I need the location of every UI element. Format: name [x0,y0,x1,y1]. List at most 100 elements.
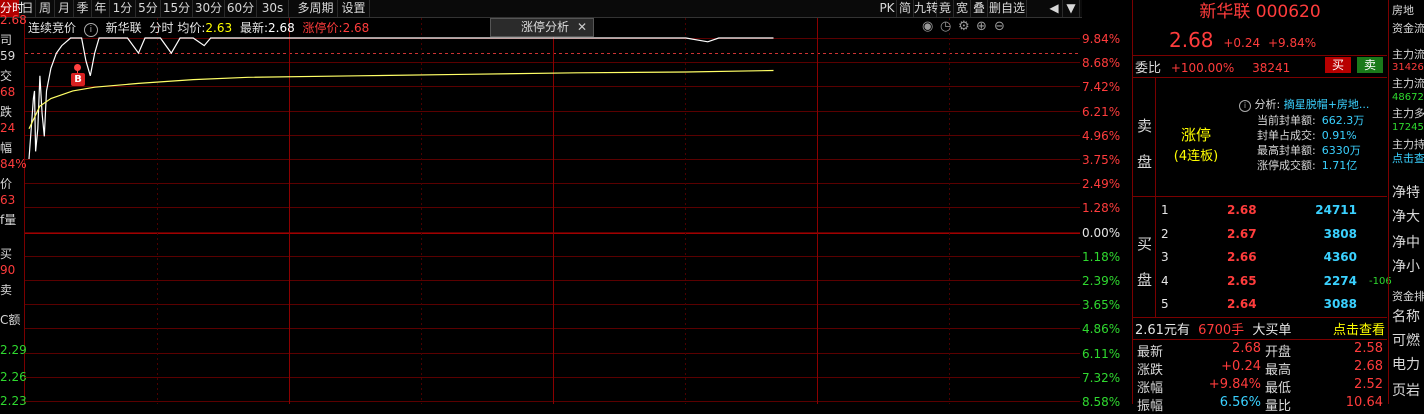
period-tab[interactable]: 30s [257,0,289,17]
buy-volume: 4360 [1323,250,1357,264]
chart-settings-icon[interactable]: i [83,23,98,37]
buy-level-row[interactable]: 3 2.66 4360 [1157,247,1385,271]
buy-price: 2.64 [1227,297,1257,311]
left-strip-label: 84% [0,157,27,171]
left-strip-label: 2.29 [0,343,27,357]
left-strip-label: 买 [0,247,13,261]
buy-point-marker[interactable]: B [71,64,85,86]
left-info-strip: 2.68 司 59 交 68 跌 24 幅 84% 价 63 f量买 90 卖 C额 2.29 2.26 2.23 [0,13,27,408]
left-strip-label: 68 [0,85,16,99]
stat-label: 最新 [1137,345,1164,360]
price-line [28,37,774,160]
speaker-icon[interactable]: ◀ [1046,0,1063,17]
intraday-chart-svg [25,18,1080,404]
fund-flow-item: 48672 [1392,92,1424,103]
analysis-value[interactable]: 摘星脱帽+房地... [1284,98,1370,111]
quote-change: +0.24 [1223,36,1261,50]
period-tab[interactable]: 15分 [161,0,193,17]
left-strip-label: 2.26 [0,370,27,384]
period-tab[interactable]: 周 [36,0,55,17]
stock-title-code: 000620 [1255,2,1321,22]
info-icon[interactable]: i [1239,100,1251,112]
buy-volume: 3088 [1323,297,1357,311]
fund-flow-item[interactable]: 点击查 [1392,150,1424,166]
divider [1133,77,1387,78]
buy-level-row[interactable]: 1 2.68 24711 [1157,200,1385,224]
toolbar-tool[interactable]: 简 [897,0,914,17]
percent-axis-label: 9.84% [1082,32,1121,46]
seal-row-label: 涨停成交额: [1257,159,1316,172]
buy-level-row[interactable]: 4 2.65 2274 -106 [1157,271,1392,295]
period-tab[interactable]: 5分 [136,0,161,17]
toolbar-tool[interactable]: 宽 [954,0,971,17]
period-tab[interactable]: 30分 [193,0,225,17]
avg-label: 均价: [177,21,206,35]
left-strip-label: 2.23 [0,394,27,408]
left-strip-label: 幅 [0,141,13,155]
period-tab[interactable]: 月 [55,0,74,17]
weibi-value: +100.00% [1170,61,1235,75]
buy-price: 2.66 [1227,250,1257,264]
settings-icon[interactable]: ⚙ [958,19,976,34]
seal-row-label: 最高封单额: [1257,144,1316,157]
sell-button[interactable]: 卖 [1357,57,1383,73]
toolbar-tool[interactable]: 叠 [971,0,988,17]
limit-up-badge: 涨停 (4连板) [1163,124,1229,164]
divider [1133,339,1387,340]
period-tab[interactable]: 60分 [225,0,257,17]
buy-button[interactable]: 买 [1325,57,1351,73]
toolbar-tool[interactable]: PK [878,0,897,17]
period-tab[interactable]: 设置 [338,0,370,17]
fund-flow-item: 资金流 [1392,22,1424,35]
intraday-chart[interactable] [25,18,1080,404]
quote-change-pct: +9.84% [1267,36,1317,50]
quote-price-line: 2.68 +0.24 +9.84% [1169,28,1316,52]
left-strip-label: 90 [0,263,16,277]
percent-axis-label: 2.39% [1082,274,1121,288]
buy-level-row[interactable]: 5 2.64 3088 [1157,294,1385,318]
big-order-link[interactable]: 点击查看 [1333,319,1385,338]
analysis-row: i 分析: 摘星脱帽+房地... [1239,96,1369,112]
buy-book: 1 2.68 24711 2 2.67 3808 3 2.66 4360 4 2.65 2274 -10… [1157,200,1392,318]
percent-axis-label: 6.21% [1082,104,1121,119]
period-tab[interactable]: 季 [74,0,92,17]
limit-analysis-title: 涨停分析 [521,20,570,34]
percent-axis-label: 8.68% [1082,56,1121,71]
period-tab[interactable]: 1分 [110,0,136,17]
stat-value: 10.64 [1345,395,1383,410]
toolbar-tool[interactable]: 竟 [937,0,954,17]
left-strip-label: 交 [0,69,13,83]
average-price-line [28,69,774,130]
period-tab[interactable]: 年 [92,0,110,17]
weibi-row: 委比 +100.00% 38241 买 卖 [1135,57,1385,76]
percent-axis-label: 7.32% [1082,370,1121,385]
limit-analysis-tab[interactable]: 涨停分析 ✕ [490,18,594,37]
toolbar-tool[interactable]: 删自选 [988,0,1027,17]
toolbar-tool[interactable]: 九转 [914,0,938,17]
divider [1133,55,1387,56]
seal-row-value: 0.91% [1321,129,1357,142]
buy-level-row[interactable]: 2 2.67 3808 [1157,224,1385,248]
limit-up-streak: (4连板) [1173,149,1219,164]
percent-axis-label: 2.49% [1082,177,1121,192]
buy-volume: 3808 [1323,226,1357,241]
fund-flow-item: 净小 [1392,259,1420,275]
zoom-in-icon[interactable]: ⊕ [976,19,994,34]
stat-value: 2.68 [1232,341,1261,356]
chevron-down-icon[interactable]: ▼ [1063,0,1080,17]
clock-icon[interactable]: ◷ [940,19,958,34]
last-value: 2.68 [268,21,295,35]
fund-flow-item: 资金排 [1392,290,1424,303]
percent-axis-label: 6.11% [1082,346,1121,361]
eye-icon[interactable]: ◉ [922,19,940,34]
zoom-out-icon[interactable]: ⊖ [994,19,1012,34]
big-order-label: 大买单 [1252,323,1292,338]
left-strip-label: 跌 [0,105,13,119]
percent-axis-label: 0.00% [1082,225,1121,240]
stat-value: +9.84% [1208,377,1261,392]
stat-value: 2.52 [1354,377,1383,392]
stat-value: +0.24 [1221,359,1261,374]
period-tab[interactable]: 多周期 [294,0,338,17]
close-icon[interactable]: ✕ [577,19,587,35]
percent-axis-label: 7.42% [1082,80,1121,95]
